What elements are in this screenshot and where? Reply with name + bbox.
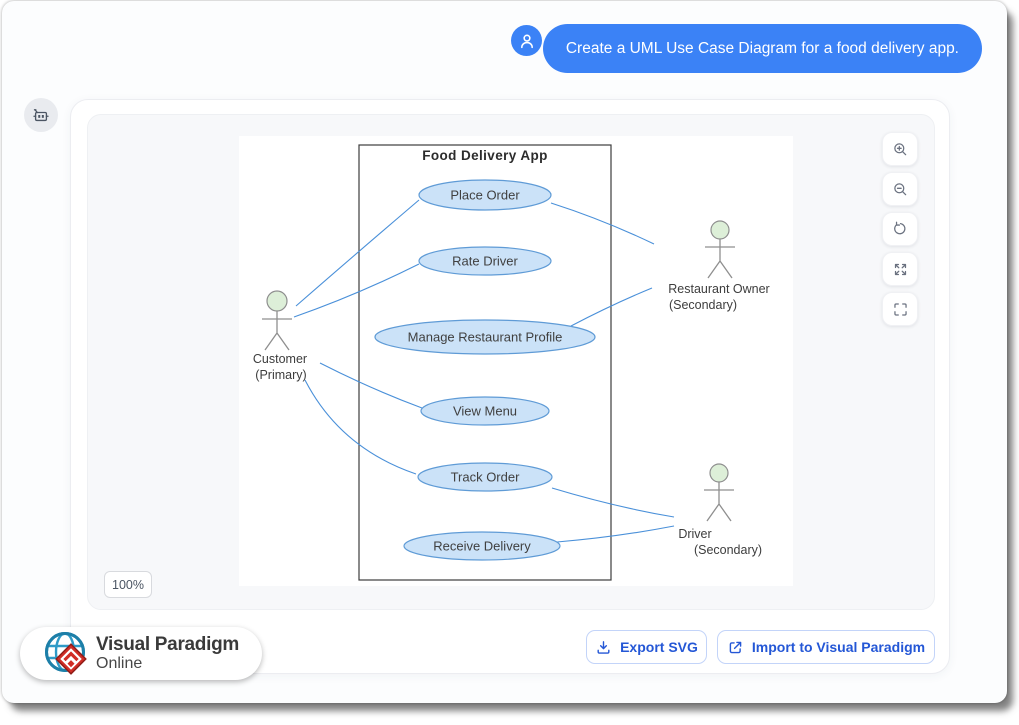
actor-customer-primary: Customer (Primary)	[253, 291, 307, 382]
app-window: Create a UML Use Case Diagram for a food…	[2, 1, 1007, 703]
actor-label: Driver	[678, 527, 711, 541]
use-case-manage-restaurant-profile: Manage Restaurant Profile	[375, 320, 595, 354]
use-case-rate-driver: Rate Driver	[419, 247, 551, 275]
diagram-canvas: Food Delivery App Place Order Rate Driver M…	[239, 136, 793, 586]
reset-view-button[interactable]	[882, 212, 918, 246]
association-customer-place-order	[296, 200, 419, 306]
reset-view-icon	[891, 220, 910, 239]
expand-button[interactable]	[882, 252, 918, 286]
actor-label: (Secondary)	[669, 298, 737, 312]
canvas-toolbar	[882, 132, 918, 326]
visual-paradigm-logo[interactable]: Visual Paradigm Online	[20, 627, 262, 680]
actor-head	[267, 291, 287, 311]
actor-body	[262, 311, 292, 350]
use-case-view-menu: View Menu	[421, 397, 549, 425]
association-track-order-driver	[552, 488, 674, 517]
logo-subtitle: Online	[96, 656, 239, 673]
bot-avatar-button[interactable]	[24, 98, 58, 132]
zoom-level-badge: 100%	[104, 571, 152, 598]
use-case-label: Rate Driver	[452, 254, 518, 269]
uml-use-case-diagram: Food Delivery App Place Order Rate Driver M…	[239, 136, 793, 586]
system-boundary-title: Food Delivery App	[422, 148, 548, 163]
association-customer-rate-driver	[294, 264, 419, 317]
actor-head	[710, 464, 728, 482]
association-customer-track-order	[305, 380, 416, 474]
robot-icon	[31, 105, 51, 125]
use-case-place-order: Place Order	[419, 180, 551, 210]
user-icon	[517, 31, 537, 51]
visual-paradigm-globe-icon	[44, 631, 90, 677]
actor-body	[705, 239, 735, 278]
import-to-visual-paradigm-label: Import to Visual Paradigm	[752, 639, 925, 655]
zoom-in-icon	[891, 140, 910, 159]
association-place-order-restaurant-owner	[551, 203, 654, 244]
export-svg-label: Export SVG	[620, 639, 698, 655]
fullscreen-button[interactable]	[882, 292, 918, 326]
use-case-track-order: Track Order	[418, 463, 552, 491]
actor-driver-secondary: Driver (Secondary)	[678, 464, 762, 557]
zoom-out-button[interactable]	[882, 172, 918, 206]
expand-icon	[891, 260, 910, 279]
use-case-label: Track Order	[451, 470, 521, 485]
logo-title: Visual Paradigm	[96, 635, 239, 655]
association-receive-delivery-driver	[557, 526, 674, 542]
use-case-label: Receive Delivery	[433, 539, 531, 554]
import-to-visual-paradigm-button[interactable]: Import to Visual Paradigm	[717, 630, 935, 664]
external-link-icon	[727, 639, 744, 656]
user-avatar	[511, 25, 542, 56]
export-svg-button[interactable]: Export SVG	[586, 630, 707, 664]
use-case-receive-delivery: Receive Delivery	[404, 532, 560, 560]
fullscreen-icon	[891, 300, 910, 319]
actor-label: Customer	[253, 352, 307, 366]
canvas-panel: Food Delivery App Place Order Rate Driver M…	[87, 114, 935, 610]
zoom-out-icon	[891, 180, 910, 199]
download-icon	[595, 639, 612, 656]
use-case-label: View Menu	[453, 404, 517, 419]
use-case-label: Manage Restaurant Profile	[408, 330, 563, 345]
chat-message-bubble: Create a UML Use Case Diagram for a food…	[543, 24, 982, 73]
zoom-in-button[interactable]	[882, 132, 918, 166]
actor-label: (Secondary)	[694, 543, 762, 557]
use-case-label: Place Order	[450, 188, 520, 203]
actor-body	[704, 482, 734, 521]
association-customer-view-menu	[320, 363, 422, 408]
actor-label: Restaurant Owner	[668, 282, 769, 296]
actor-label: (Primary)	[255, 368, 306, 382]
actor-head	[711, 221, 729, 239]
diagram-card: Food Delivery App Place Order Rate Driver M…	[70, 99, 950, 674]
actor-restaurant-owner-secondary: Restaurant Owner (Secondary)	[668, 221, 769, 312]
